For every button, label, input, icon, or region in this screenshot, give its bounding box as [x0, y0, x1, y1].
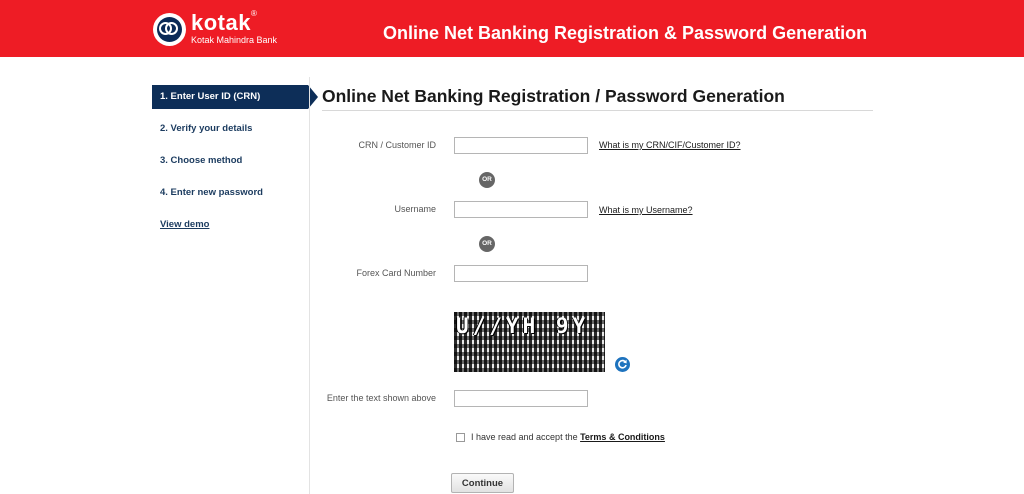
or-separator: OR	[479, 236, 495, 252]
captcha-input[interactable]	[454, 390, 588, 407]
terms-text: I have read and accept the Terms & Condi…	[471, 432, 665, 442]
crn-help-link[interactable]: What is my CRN/CIF/Customer ID?	[599, 140, 741, 150]
continue-button[interactable]: Continue	[451, 473, 514, 493]
kotak-logo-icon	[153, 13, 186, 46]
username-help-link[interactable]: What is my Username?	[599, 205, 693, 215]
logo-subtitle: Kotak Mahindra Bank	[191, 35, 278, 45]
header-title: Online Net Banking Registration & Passwo…	[383, 23, 868, 43]
terms-link[interactable]: Terms & Conditions	[580, 432, 665, 442]
registered-mark: ®	[251, 9, 257, 18]
logo-name: kotak	[191, 10, 251, 35]
view-demo-link[interactable]: View demo	[160, 219, 209, 230]
step-verify-details[interactable]: 2. Verify your details	[152, 117, 252, 141]
username-label: Username	[394, 204, 436, 214]
captcha-input-label: Enter the text shown above	[326, 393, 436, 403]
step-enter-user-id[interactable]: 1. Enter User ID (CRN)	[152, 85, 318, 109]
steps-sidebar: 1. Enter User ID (CRN) 2. Verify your de…	[152, 85, 318, 494]
kotak-logo[interactable]: kotak ® Kotak Mahindra Bank	[153, 9, 293, 47]
sidebar-divider	[309, 77, 310, 494]
captcha-text: U//YH 9Y	[456, 314, 590, 338]
refresh-icon[interactable]	[615, 357, 630, 372]
forex-card-label: Forex Card Number	[356, 268, 436, 278]
forex-card-input[interactable]	[454, 265, 588, 282]
page-title: Online Net Banking Registration / Passwo…	[322, 86, 785, 106]
username-input[interactable]	[454, 201, 588, 218]
title-divider	[322, 110, 873, 111]
terms-checkbox[interactable]	[456, 433, 465, 442]
crn-input[interactable]	[454, 137, 588, 154]
header-bar: kotak ® Kotak Mahindra Bank Online Net B…	[0, 0, 1024, 57]
crn-label: CRN / Customer ID	[358, 140, 436, 150]
or-separator: OR	[479, 172, 495, 188]
captcha-image: U//YH 9Y	[454, 312, 605, 372]
step-enter-new-password[interactable]: 4. Enter new password	[152, 181, 263, 205]
step-choose-method[interactable]: 3. Choose method	[152, 149, 242, 173]
terms-prefix: I have read and accept the	[471, 432, 578, 442]
